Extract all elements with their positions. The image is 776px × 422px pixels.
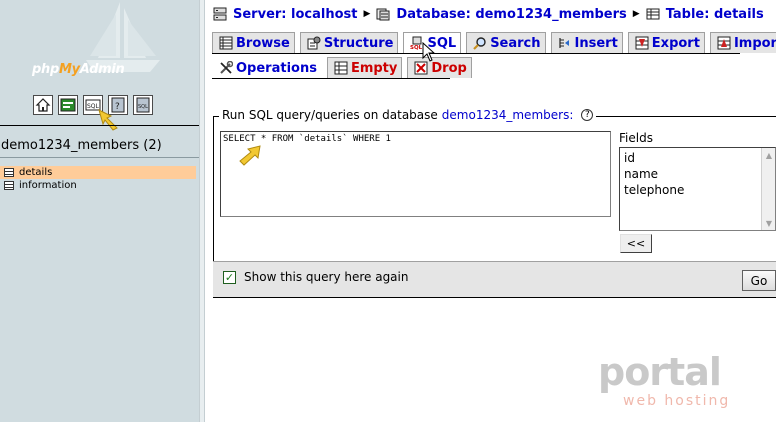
server-icon: [213, 7, 227, 21]
query-window-icon[interactable]: [58, 95, 78, 115]
database-icon: [376, 8, 390, 21]
table-list: details information: [0, 166, 196, 192]
breadcrumb-table[interactable]: Table: details: [646, 7, 764, 22]
scroll-up-icon[interactable]: ▲: [762, 148, 776, 162]
frame-divider[interactable]: [199, 0, 205, 422]
field-option[interactable]: id: [624, 150, 771, 166]
table-item-details[interactable]: details: [0, 166, 196, 179]
tab-label: Insert: [574, 35, 618, 51]
logo-admin: Admin: [79, 62, 125, 77]
mouse-cursor-icon: [422, 42, 436, 62]
tab-label: Import: [733, 35, 776, 51]
tab-insert[interactable]: Insert: [550, 32, 623, 53]
tab-label: Operations: [236, 60, 317, 76]
sidebar-quick-icons: SQL ? SQL: [33, 95, 153, 117]
scroll-down-icon[interactable]: ▼: [762, 216, 776, 230]
empty-icon: [334, 61, 348, 75]
insert-icon: [558, 38, 569, 48]
tab-export[interactable]: Export: [627, 32, 705, 53]
fields-scrollbar[interactable]: ▲ ▼: [761, 148, 775, 230]
pointer-arrow-icon: [98, 109, 118, 131]
field-option[interactable]: name: [624, 166, 771, 182]
tab-bar-secondary: Operations Empty Drop: [212, 57, 472, 79]
operations-icon: [220, 61, 233, 74]
insert-field-button[interactable]: <<: [620, 234, 652, 253]
legend-text: Run SQL query/queries on database: [222, 108, 438, 122]
tab-structure[interactable]: Structure: [299, 32, 399, 53]
tab-label: Search: [490, 35, 541, 51]
import-icon: [717, 36, 731, 50]
fields-select[interactable]: id name telephone: [619, 147, 776, 231]
tab-label: Structure: [323, 35, 394, 51]
breadcrumb-database[interactable]: Database: demo1234_members: [376, 7, 627, 22]
tab-label: Export: [651, 35, 700, 51]
table-icon: [646, 8, 660, 20]
pointer-arrow-icon: [239, 145, 261, 166]
help-icon[interactable]: ?: [581, 109, 594, 121]
table-item-label[interactable]: information: [19, 180, 77, 191]
portal-watermark-subtitle: web hosting: [623, 393, 731, 409]
svg-text:SQL: SQL: [138, 104, 148, 110]
browse-icon: [219, 36, 233, 50]
search-icon: [473, 37, 486, 50]
go-button[interactable]: Go: [742, 270, 776, 291]
table-item-information[interactable]: information: [0, 179, 196, 192]
sidebar-separator: [0, 125, 199, 126]
table-icon[interactable]: [4, 181, 14, 190]
logo-php: php: [32, 62, 59, 77]
table-icon[interactable]: [4, 168, 14, 177]
breadcrumb: Server: localhost ▶ Database: demo1234_m…: [213, 5, 764, 23]
database-separator: [0, 157, 199, 158]
portal-watermark: portal: [598, 350, 722, 394]
show-query-checkbox[interactable]: ✓: [223, 271, 236, 284]
breadcrumb-separator-icon: ▶: [363, 9, 371, 19]
breadcrumb-database-label[interactable]: Database: demo1234_members: [396, 7, 626, 22]
breadcrumb-table-label[interactable]: Table: details: [666, 7, 764, 22]
structure-icon: [307, 36, 321, 50]
tab-label: Empty: [350, 60, 398, 76]
breadcrumb-separator-icon: ▶: [632, 9, 640, 19]
breadcrumb-server-label[interactable]: Server: localhost: [233, 7, 357, 22]
tab-import[interactable]: Import: [709, 32, 776, 53]
table-item-label[interactable]: details: [19, 167, 52, 178]
database-name[interactable]: demo1234_members (2): [1, 138, 162, 153]
tab-drop[interactable]: Drop: [407, 57, 472, 78]
tab-browse[interactable]: Browse: [212, 32, 295, 53]
tab-empty[interactable]: Empty: [326, 57, 403, 78]
show-query-label[interactable]: Show this query here again: [244, 270, 408, 284]
tab-label: Drop: [431, 60, 467, 76]
sql-query-legend: Run SQL query/queries on database demo12…: [219, 108, 597, 122]
home-icon[interactable]: [33, 95, 53, 115]
tab-search[interactable]: Search: [466, 32, 546, 53]
legend-database-link[interactable]: demo1234_members:: [442, 108, 574, 122]
tab-operations[interactable]: Operations: [212, 57, 322, 78]
tab-bar-primary: Browse Structure SQL SQL Search Insert E…: [212, 32, 776, 54]
sql-query-textarea[interactable]: SELECT * FROM `details` WHERE 1: [220, 131, 611, 217]
export-icon: [635, 36, 649, 50]
tab-label: Browse: [236, 35, 290, 51]
scroll-track[interactable]: [762, 162, 775, 216]
field-option[interactable]: telephone: [624, 182, 771, 198]
breadcrumb-server[interactable]: Server: localhost: [213, 7, 357, 22]
logo-my: My: [58, 62, 80, 77]
fields-label: Fields: [619, 131, 653, 145]
phpmyadmin-logo[interactable]: phpMyAdmin: [32, 62, 125, 77]
sql-docs-icon[interactable]: SQL: [133, 95, 153, 115]
